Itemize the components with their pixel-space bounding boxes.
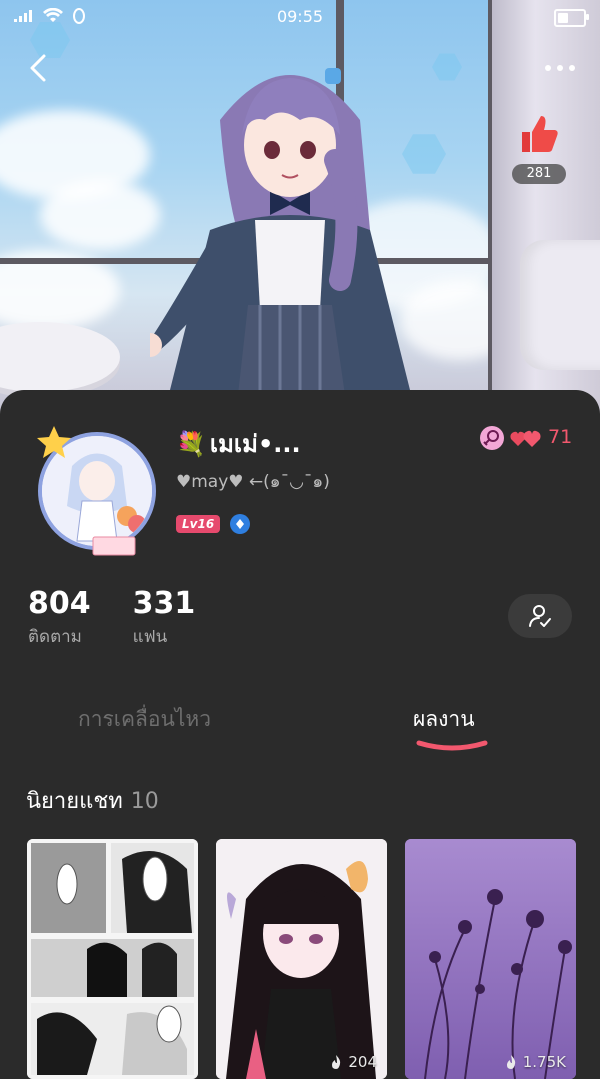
- gender-icon: [480, 426, 504, 450]
- stat-fans[interactable]: 331 แฟน: [133, 586, 196, 650]
- card-meta: 204: [328, 1053, 377, 1071]
- stat-following[interactable]: 804 ติดตาม: [28, 586, 91, 650]
- thumbs-up-icon: [522, 116, 558, 152]
- manga-thumbnail: [27, 839, 198, 1079]
- follow-user-icon: [529, 605, 551, 627]
- like-count: 281: [512, 164, 566, 184]
- following-label: ติดตาม: [28, 627, 82, 647]
- fans-count: 331: [132, 586, 196, 621]
- fans-label: แฟน: [132, 627, 168, 647]
- envelope-sticker-icon: [92, 536, 136, 556]
- avatar[interactable]: [30, 424, 158, 556]
- verified-icon: [230, 514, 251, 534]
- section-count: 10: [130, 789, 159, 814]
- section-label: นิยายแชท: [26, 789, 123, 814]
- work-card[interactable]: 204: [216, 839, 387, 1079]
- flower-icon: 💐: [176, 430, 206, 458]
- battery-icon: [554, 9, 589, 27]
- profile-tabs: การเคลื่อนไหว ผลงาน: [0, 695, 600, 755]
- star-sticker-icon: [37, 426, 71, 458]
- tab-works[interactable]: ผลงาน: [413, 703, 475, 736]
- card-meta: 1.75K: [503, 1053, 566, 1071]
- username: 💐 เมเม่•...: [176, 430, 301, 458]
- more-icon[interactable]: [540, 56, 580, 80]
- card-count: 204: [348, 1053, 377, 1071]
- level-badge: Lv16: [176, 515, 221, 533]
- tab-activity[interactable]: การเคลื่อนไหว: [78, 703, 211, 736]
- following-count: 804: [28, 586, 91, 621]
- back-icon[interactable]: [22, 50, 58, 86]
- profile-panel: 💐 เมเม่•... ♥may♥ ←(๑¯◡¯๑) Lv16 71 804 ติ…: [0, 390, 600, 1079]
- tab-active-indicator: [416, 740, 488, 751]
- anime-girl-thumbnail: [216, 839, 387, 1079]
- bio: ♥may♥ ←(๑¯◡¯๑): [176, 472, 330, 492]
- character-illustration: [150, 68, 410, 395]
- hearts-count: 71: [548, 426, 573, 448]
- follow-button[interactable]: [508, 594, 572, 638]
- status-bar: 09:55: [0, 0, 600, 34]
- section-title: นิยายแชท 10: [26, 783, 159, 818]
- works-grid: 204 1.75K: [27, 839, 576, 1079]
- work-card[interactable]: 1.75K: [405, 839, 576, 1079]
- work-card[interactable]: [27, 839, 198, 1079]
- stats: 804 ติดตาม 331 แฟน: [28, 586, 195, 650]
- purple-flowers-thumbnail: [405, 839, 576, 1079]
- like-button[interactable]: 281: [512, 112, 566, 184]
- profile-banner: 09:55 281: [0, 0, 600, 420]
- fire-icon: [506, 1055, 515, 1069]
- fire-icon: [332, 1055, 341, 1069]
- status-time: 09:55: [276, 7, 324, 26]
- badges: Lv16: [176, 514, 251, 534]
- hearts-icon: [510, 430, 541, 447]
- card-count: 1.75K: [522, 1053, 566, 1071]
